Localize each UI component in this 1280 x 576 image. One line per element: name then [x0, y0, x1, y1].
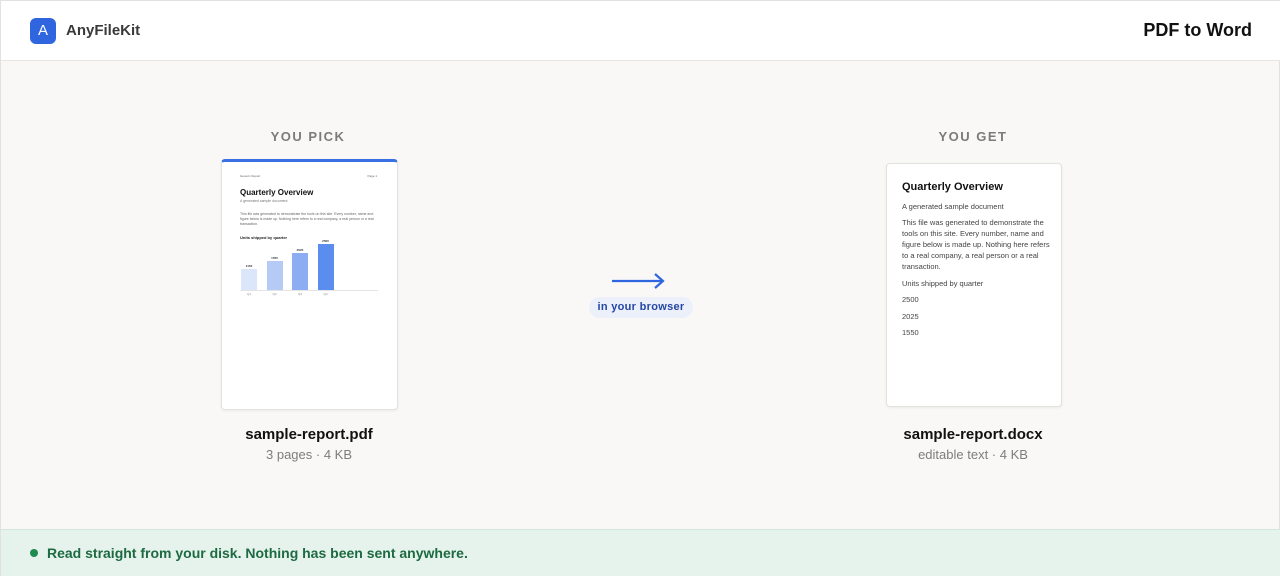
bar-q4: [317, 244, 334, 290]
docx-line: 2500: [902, 295, 919, 304]
app-window: A AnyFileKit PDF to Word YOU PICK Generi…: [0, 0, 1280, 576]
bar-category-label: Q3: [297, 292, 302, 296]
docx-line: 1550: [902, 328, 919, 337]
source-label: YOU PICK: [270, 129, 346, 144]
bar-value-label: 2025: [296, 248, 304, 252]
result-label: YOU GET: [938, 129, 1008, 144]
bar-category-label: Q2: [272, 292, 277, 296]
bar-value-label: 2500: [322, 239, 329, 243]
source-file-meta: 3 pages · 4 KB: [266, 447, 352, 462]
arrow-right-icon: [612, 273, 665, 289]
status-dot-icon: [30, 549, 38, 557]
docx-line: A generated sample document: [902, 202, 1004, 211]
privacy-message: Read straight from your disk. Nothing ha…: [47, 545, 468, 561]
docx-line: 2025: [902, 312, 919, 321]
bar-q1: [241, 269, 257, 290]
docx-title: Quarterly Overview: [902, 181, 1003, 193]
bar-category-label: Q4: [323, 292, 328, 296]
pdf-preview-card: Generic Report Page 1 Quarterly Overview…: [221, 159, 398, 410]
pdf-chart-axis: [240, 290, 378, 291]
pdf-header-left: Generic Report: [240, 174, 261, 178]
bar-q2: [266, 261, 283, 290]
app-logo[interactable]: A: [30, 18, 56, 44]
docx-preview-card: Quarterly Overview A generated sample do…: [886, 163, 1062, 407]
privacy-banner: Read straight from your disk. Nothing ha…: [1, 529, 1280, 576]
docx-line: Units shipped by quarter: [902, 279, 984, 288]
in-browser-badge: in your browser: [589, 297, 693, 318]
result-file-name: sample-report.docx: [903, 426, 1043, 443]
page-title: PDF to Word: [1143, 20, 1252, 40]
docx-line: This file was generated to demonstrate t…: [902, 218, 1050, 271]
source-file-name: sample-report.pdf: [245, 426, 373, 443]
result-file-meta: editable text · 4 KB: [918, 447, 1028, 462]
pdf-chart-title: Units shipped by quarter: [240, 235, 288, 240]
pdf-subtitle: A generated sample document: [240, 199, 288, 203]
bar-category-label: Q1: [246, 292, 251, 296]
bar-value-label: 1150: [245, 264, 253, 268]
pdf-title: Quarterly Overview: [240, 188, 314, 197]
app-name[interactable]: AnyFileKit: [66, 22, 140, 39]
top-bar: A AnyFileKit PDF to Word: [1, 1, 1280, 61]
bar-q3: [292, 253, 308, 290]
bar-value-label: 1550: [271, 256, 278, 260]
pdf-header-right: Page 1: [367, 174, 377, 178]
pdf-body-text: This file was generated to demonstrate t…: [240, 212, 374, 226]
